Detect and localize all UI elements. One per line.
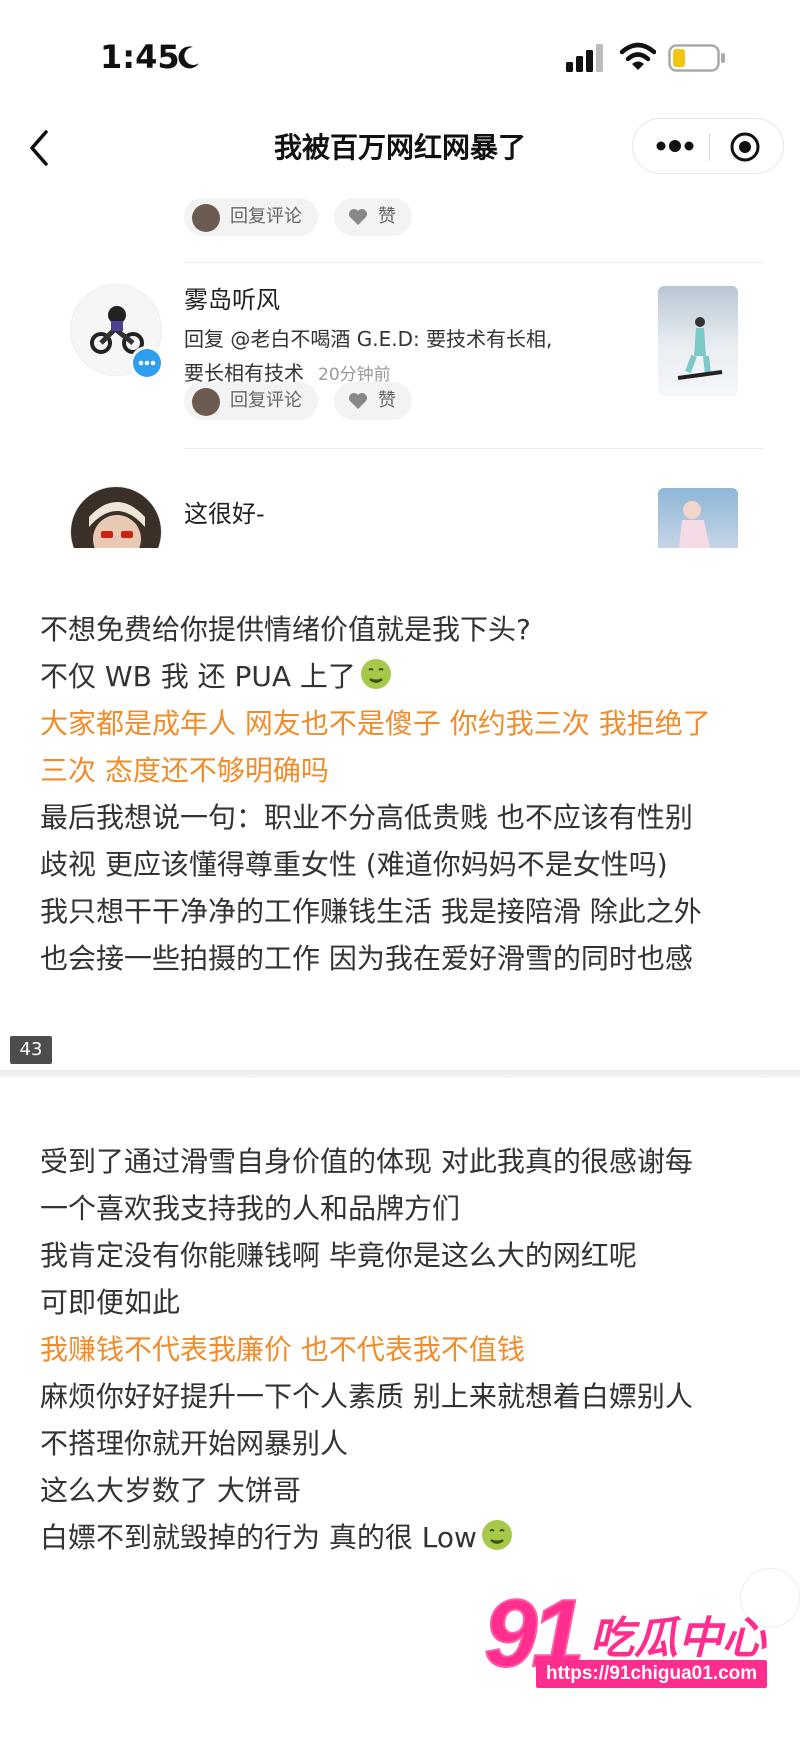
article-line: 我只想干干净净的工作赚钱生活 我是接陪滑 除此之外: [40, 895, 702, 928]
like-button[interactable]: 赞: [334, 198, 412, 236]
watermark-logo: 91 吃瓜中心 https://91chigua01.com: [483, 1580, 784, 1710]
nauseated-face-icon: [481, 1520, 512, 1550]
reply-comment-button[interactable]: 回复评论: [184, 382, 318, 420]
article-line: 受到了通过滑雪自身价值的体现 对此我真的很感谢每: [40, 1145, 693, 1178]
article-line: 歧视 更应该懂得尊重女性 (难道你妈妈不是女性吗): [40, 848, 668, 881]
nav-bar: 我被百万网红网暴了: [0, 112, 800, 184]
article-line: 不想免费给你提供情绪价值就是我下头?: [40, 613, 531, 646]
avatar: [192, 204, 220, 232]
article-line: 不搭理你就开始网暴别人: [40, 1427, 349, 1460]
battery-icon: [668, 44, 725, 72]
reply-comment-label: 回复评论: [230, 390, 302, 411]
article-line: 我肯定没有你能赚钱啊 毕竟你是这么大的网红呢: [40, 1239, 637, 1272]
avatar[interactable]: [70, 486, 162, 548]
page-separator: [0, 1070, 800, 1078]
article-line: 一个喜欢我支持我的人和品牌方们: [40, 1192, 461, 1225]
capsule-divider: [709, 133, 710, 161]
article-line: 这么大岁数了 大饼哥: [40, 1474, 301, 1507]
wifi-icon: [620, 42, 656, 70]
moon-icon: [178, 46, 199, 69]
comment-text-line: 回复 @老白不喝酒 G.E.D: 要技术有长相,: [184, 327, 553, 351]
reply-comment-button[interactable]: 回复评论: [184, 198, 318, 236]
comment-panel: 回复评论 赞 雾岛听风 回复 @老白不喝酒 G.E.D: 要技术有长相, 要长相…: [36, 186, 764, 548]
divider: [184, 262, 764, 263]
article-line: 不仅 WB 我 还 PUA 上了: [40, 660, 356, 693]
status-time: 1:45: [100, 38, 180, 76]
signal-icon: [566, 44, 603, 72]
heart-icon: [349, 393, 367, 409]
comment-thumbnail[interactable]: [658, 488, 738, 548]
reply-comment-label: 回复评论: [230, 206, 302, 227]
heart-icon: [349, 209, 367, 225]
mini-program-capsule: [632, 118, 784, 174]
article-text-block: 不想免费给你提供情绪价值就是我下头? 不仅 WB 我 还 PUA 上了 大家都是…: [40, 606, 780, 982]
nauseated-face-icon: [360, 659, 391, 689]
skier-image-icon: [677, 317, 723, 380]
like-button[interactable]: 赞: [334, 382, 412, 420]
skier-image-icon: [679, 501, 710, 548]
article-line-with-emoji: 白嫖不到就毁掉的行为 真的很 Low: [40, 1514, 780, 1561]
avatar: [192, 388, 220, 416]
article-line: 麻烦你好好提升一下个人素质 别上来就想着白嫖别人: [40, 1380, 693, 1413]
article-line: 最后我想说一句：职业不分高低贵贱 也不应该有性别: [40, 801, 693, 834]
comment-username[interactable]: 雾岛听风: [184, 280, 280, 315]
status-bar: 1:45: [0, 0, 800, 110]
article-line-highlight: 大家都是成年人 网友也不是傻子 你约我三次 我拒绝了: [40, 707, 711, 740]
watermark-url: https://91chigua01.com: [536, 1660, 768, 1688]
article-line-highlight: 我赚钱不代表我廉价 也不代表我不值钱: [40, 1333, 525, 1366]
close-mini-program-icon[interactable]: [729, 131, 761, 163]
more-icon[interactable]: [655, 139, 695, 153]
article-text-block: 受到了通过滑雪自身价值的体现 对此我真的很感谢每 一个喜欢我支持我的人和品牌方们…: [40, 1138, 780, 1561]
article-line: 可即便如此: [40, 1286, 181, 1319]
page-number-badge: 43: [10, 1036, 52, 1064]
person-avatar-icon: [89, 502, 145, 548]
comment-badge-icon: [130, 346, 164, 380]
divider: [184, 448, 764, 449]
comment-username[interactable]: 这很好-: [184, 494, 265, 529]
comment-thumbnail[interactable]: [658, 286, 738, 396]
article-line: 白嫖不到就毁掉的行为 真的很 Low: [40, 1521, 477, 1554]
like-label: 赞: [378, 206, 396, 227]
like-label: 赞: [378, 390, 396, 411]
watermark-name: 吃瓜中心: [590, 1613, 766, 1664]
article-line-highlight: 三次 态度还不够明确吗: [40, 754, 329, 787]
article-line: 也会接一些拍摄的工作 因为我在爱好滑雪的同时也感: [40, 942, 693, 975]
article-line-with-emoji: 不仅 WB 我 还 PUA 上了: [40, 653, 780, 700]
